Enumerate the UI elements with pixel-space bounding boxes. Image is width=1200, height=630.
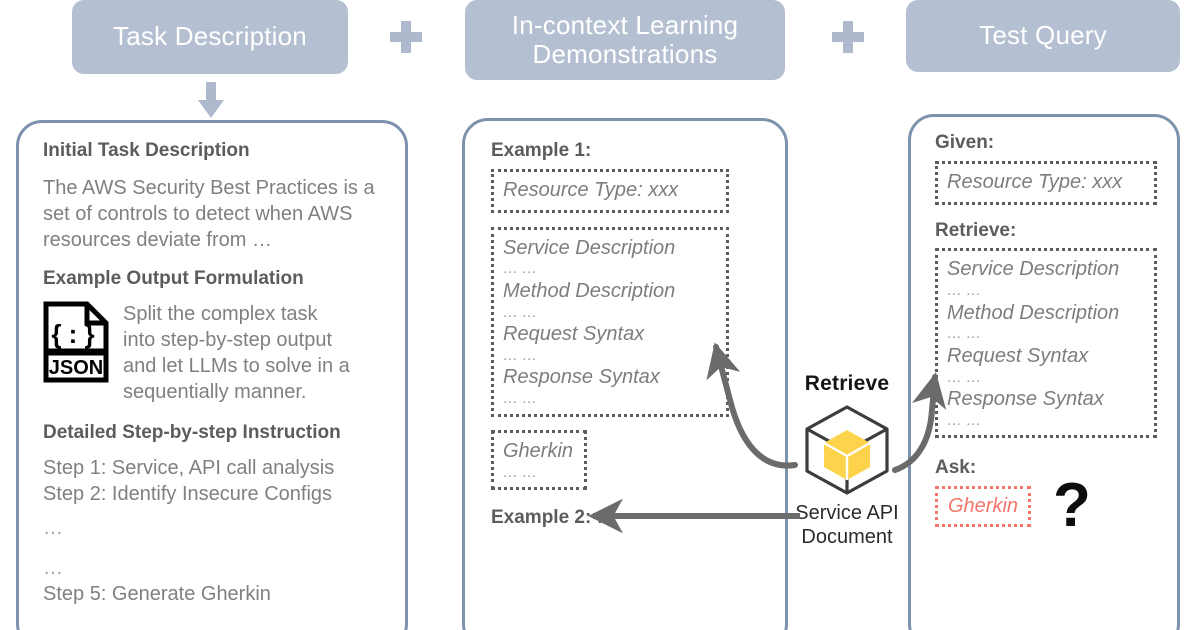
resource-type-text: Resource Type: xxx xyxy=(503,178,679,201)
example-output-formulation-body: Split the complex task into step-by-step… xyxy=(123,302,350,403)
panel-test-query: Given: Resource Type: xxx Retrieve: Serv… xyxy=(908,114,1180,630)
panel-task-description: Initial Task Description The AWS Securit… xyxy=(16,120,408,630)
step-item: Step 5: Generate Gherkin xyxy=(43,583,271,606)
plus-icon-2 xyxy=(832,21,864,53)
step-item: Step 2: Identify Insecure Configs xyxy=(43,483,333,506)
api-document-box-demo: Service Description … … Method Descripti… xyxy=(491,226,729,417)
gherkin-label: Gherkin xyxy=(503,439,574,462)
given-label: Given: xyxy=(935,132,995,153)
example-1-label: Example 1: xyxy=(491,140,592,161)
panel-icl-demonstrations: Example 1: Resource Type: xxx Service De… xyxy=(462,118,788,630)
resource-type-text: Resource Type: xxx xyxy=(947,170,1123,193)
api-field: … … xyxy=(947,325,982,343)
example-2-label: Example 2: … xyxy=(491,507,616,529)
diagram-canvas: Task Description In-context Learning Dem… xyxy=(0,0,1200,630)
api-field: … … xyxy=(947,411,982,429)
api-field: … … xyxy=(503,260,538,278)
step-list: Step 1: Service, API call analysis Step … xyxy=(43,455,389,607)
resource-type-box-demo: Resource Type: xxx xyxy=(491,168,729,213)
ask-label: Ask: xyxy=(935,457,977,479)
api-field: Service Description xyxy=(947,258,1120,281)
json-example-row: { : } JSON Split the complex task into s… xyxy=(43,301,389,405)
retrieve-label: Retrieve: xyxy=(935,219,1017,241)
step-item: Step 1: Service, API call analysis xyxy=(43,457,335,480)
gherkin-box-query: Gherkin xyxy=(935,485,1032,528)
api-field: Method Description xyxy=(503,279,676,302)
api-field: … … xyxy=(503,346,538,364)
initial-task-description-title: Initial Task Description xyxy=(43,140,250,161)
initial-task-description-body: The AWS Security Best Practices is a set… xyxy=(43,176,375,251)
gherkin-box-demo: Gherkin … … xyxy=(491,429,587,491)
header-task-description: Task Description xyxy=(72,0,348,74)
cube-icon xyxy=(786,402,908,498)
api-field: … … xyxy=(947,368,982,386)
json-file-icon: { : } JSON xyxy=(43,301,109,383)
api-field: Response Syntax xyxy=(947,388,1104,411)
ask-row: Gherkin ? xyxy=(935,471,1163,541)
retrieve-block: Retrieve Service API Document xyxy=(786,372,908,549)
gherkin-dots: … … xyxy=(503,463,538,481)
api-field: Response Syntax xyxy=(503,366,660,389)
api-field: … … xyxy=(503,303,538,321)
step-item: … xyxy=(43,517,63,540)
header-test-query: Test Query xyxy=(906,0,1180,72)
down-arrow-icon xyxy=(198,82,224,118)
question-mark-icon: ? xyxy=(1053,471,1091,541)
api-field: Method Description xyxy=(947,301,1120,324)
api-field: Service Description xyxy=(503,236,676,259)
service-api-document-caption: Service API Document xyxy=(795,502,899,548)
retrieve-title: Retrieve xyxy=(804,372,890,395)
header-in-context-learning: In-context Learning Demonstrations xyxy=(465,0,785,80)
svg-text:{ : }: { : } xyxy=(51,319,94,349)
resource-type-box-query: Resource Type: xxx xyxy=(935,160,1157,205)
json-icon-label: JSON xyxy=(49,357,103,379)
plus-icon-1 xyxy=(390,21,422,53)
api-field: … … xyxy=(947,282,982,300)
example-output-formulation-title: Example Output Formulation xyxy=(43,267,304,289)
step-item: … xyxy=(43,557,63,580)
gherkin-label: Gherkin xyxy=(948,494,1019,517)
api-field: Request Syntax xyxy=(503,323,645,346)
detailed-instruction-title: Detailed Step-by-step Instruction xyxy=(43,421,341,443)
api-document-box-query: Service Description … … Method Descripti… xyxy=(935,248,1157,439)
api-field: Request Syntax xyxy=(947,344,1089,367)
api-field: … … xyxy=(503,390,538,408)
